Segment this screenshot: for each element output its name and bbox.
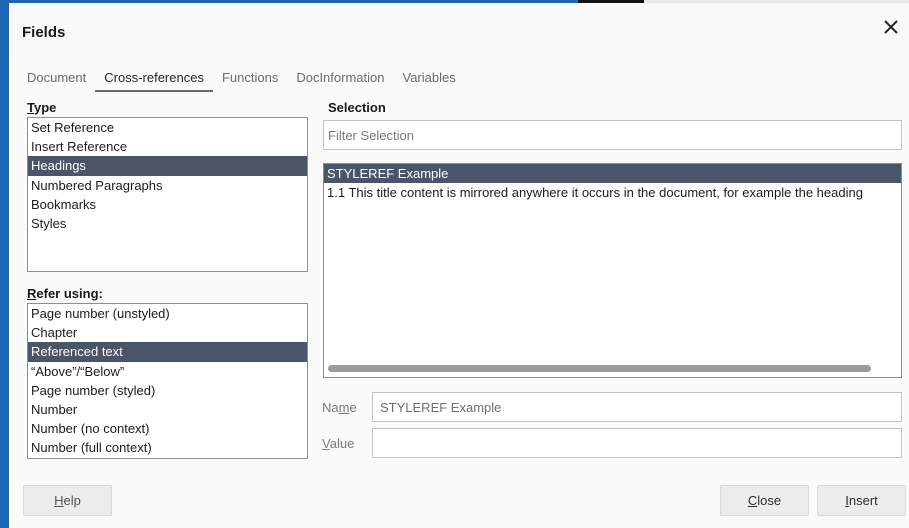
tab-functions[interactable]: Functions [213,70,287,92]
tab-variables[interactable]: Variables [393,70,464,92]
value-field[interactable] [372,428,902,458]
tab-docinformation[interactable]: DocInformation [287,70,393,92]
selection-label: Selection [328,100,386,115]
type-list-item[interactable]: Bookmarks [28,195,307,214]
refer-using-list-item[interactable]: Number [28,400,307,419]
close-icon[interactable] [879,15,903,39]
refer-using-list-item[interactable]: Number (full context) [28,438,307,457]
filter-selection-input[interactable] [323,120,902,150]
type-list-item[interactable]: Styles [28,214,307,233]
refer-using-listbox[interactable]: Page number (unstyled) Chapter Referenced … [27,303,308,459]
selection-listbox[interactable]: STYLEREF Example 1.1 This title content i… [323,163,902,378]
tab-document[interactable]: Document [27,70,95,92]
refer-using-list-item[interactable]: Number (no context) [28,419,307,438]
refer-using-label: Refer using: [27,286,103,301]
type-list-item[interactable]: Numbered Paragraphs [28,176,307,195]
refer-using-list-item[interactable]: “Above”/“Below” [28,362,307,381]
title-bar: Fields [9,3,909,55]
type-list-item[interactable]: Insert Reference [28,137,307,156]
selection-rows: STYLEREF Example 1.1 This title content i… [324,164,901,202]
screen-frame: Fields Document Cross-references Functions… [0,0,909,528]
refer-using-list-item[interactable]: Referenced text [28,342,307,362]
refer-using-list-item[interactable]: Page number (unstyled) [28,304,307,323]
name-label: Name [322,400,357,415]
type-listbox[interactable]: Set Reference Insert Reference Headings Num… [27,117,308,272]
type-list-item[interactable]: Headings [28,156,307,176]
selection-list-item[interactable]: 1.1 This title content is mirrored anywh… [324,183,901,202]
type-label: Type [27,100,57,115]
name-field[interactable] [372,392,902,422]
type-list-item[interactable]: Set Reference [28,118,307,137]
dialog-title: Fields [22,24,66,41]
tab-bar: Document Cross-references Functions DocInfo… [27,70,465,92]
value-label: Value [322,436,355,451]
tab-cross-references[interactable]: Cross-references [95,70,213,92]
fields-dialog: Fields Document Cross-references Functions… [9,3,909,528]
horizontal-scrollbar[interactable] [328,365,871,372]
insert-button[interactable]: Insert [817,485,906,516]
selection-list-item[interactable]: STYLEREF Example [324,164,901,183]
refer-using-list-item[interactable]: Page number (styled) [28,381,307,400]
refer-using-list-item[interactable]: Chapter [28,323,307,342]
help-button[interactable]: Help [23,485,112,516]
close-button[interactable]: Close [720,485,809,516]
